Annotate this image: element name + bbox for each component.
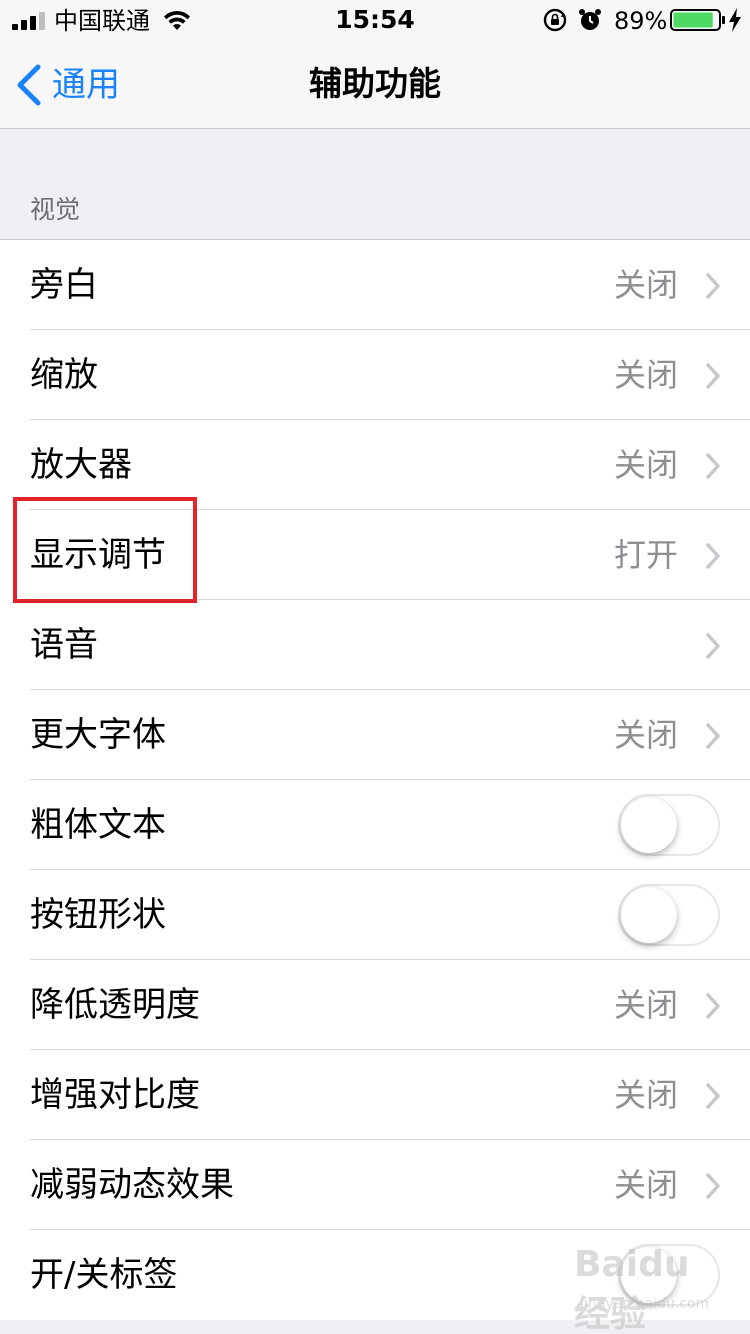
row-value: 关闭	[613, 446, 678, 484]
row-label: 按钮形状	[30, 895, 166, 935]
row-label: 降低透明度	[30, 985, 200, 1025]
toggle-switch[interactable]	[618, 794, 720, 856]
section-header-vision: 视觉	[30, 195, 81, 224]
watermark-text: Baidu经验	[574, 1244, 690, 1334]
row-label: 减弱动态效果	[30, 1165, 234, 1205]
charging-bolt-icon	[729, 8, 741, 32]
row-value: 关闭	[613, 356, 678, 394]
status-bar: 中国联通 15:54 89%	[0, 0, 750, 40]
settings-row-speech[interactable]: 语音	[0, 600, 750, 690]
settings-row-voiceover[interactable]: 旁白 关闭	[0, 240, 750, 330]
chevron-right-icon	[706, 633, 720, 659]
row-value: 关闭	[613, 986, 678, 1024]
battery-level-fill	[673, 12, 713, 28]
row-value: 关闭	[613, 1166, 678, 1204]
toggle-knob	[621, 797, 677, 853]
settings-list: 旁白 关闭 缩放 关闭 放大器 关闭 显示调节 打开 语音 更大字体 关闭 粗体文本 按钮形状 降低透明度…	[0, 239, 750, 1320]
chevron-right-icon	[706, 453, 720, 479]
orientation-lock-icon	[543, 8, 567, 32]
settings-row-bold-text[interactable]: 粗体文本	[0, 780, 750, 870]
row-label: 语音	[30, 625, 98, 665]
row-label: 缩放	[30, 355, 98, 395]
settings-row-reduce-transparency[interactable]: 降低透明度 关闭	[0, 960, 750, 1050]
chevron-right-icon	[706, 273, 720, 299]
alarm-icon	[579, 9, 601, 30]
chevron-right-icon	[706, 543, 720, 569]
row-value: 关闭	[613, 716, 678, 754]
chevron-right-icon	[706, 723, 720, 749]
settings-row-larger-text[interactable]: 更大字体 关闭	[0, 690, 750, 780]
row-label: 开/关标签	[30, 1255, 178, 1295]
settings-row-reduce-motion[interactable]: 减弱动态效果 关闭	[0, 1140, 750, 1230]
page-title: 辅助功能	[309, 64, 441, 103]
row-value: 关闭	[613, 1076, 678, 1114]
row-label: 更大字体	[30, 715, 166, 755]
row-label: 增强对比度	[30, 1075, 200, 1115]
watermark-subtext: jingyan.baidu.com	[580, 1296, 710, 1312]
baidu-watermark: Baidu经验 jingyan.baidu.com	[574, 1244, 724, 1334]
toggle-switch[interactable]	[618, 884, 720, 946]
navigation-bar: 通用 辅助功能	[0, 40, 750, 129]
row-label: 旁白	[30, 265, 98, 305]
settings-row-zoom[interactable]: 缩放 关闭	[0, 330, 750, 420]
battery-percent: 89%	[614, 7, 668, 35]
row-label: 粗体文本	[30, 805, 166, 845]
chevron-right-icon	[706, 1083, 720, 1109]
chevron-right-icon	[706, 1173, 720, 1199]
settings-row-button-shapes[interactable]: 按钮形状	[0, 870, 750, 960]
battery-icon	[670, 9, 725, 31]
toggle-knob	[621, 887, 677, 943]
chevron-right-icon	[706, 993, 720, 1019]
highlight-annotation-box	[13, 497, 197, 603]
chevron-right-icon	[706, 363, 720, 389]
settings-row-increase-contrast[interactable]: 增强对比度 关闭	[0, 1050, 750, 1140]
row-value: 打开	[613, 536, 678, 574]
row-label: 放大器	[30, 445, 132, 485]
row-value: 关闭	[613, 266, 678, 304]
